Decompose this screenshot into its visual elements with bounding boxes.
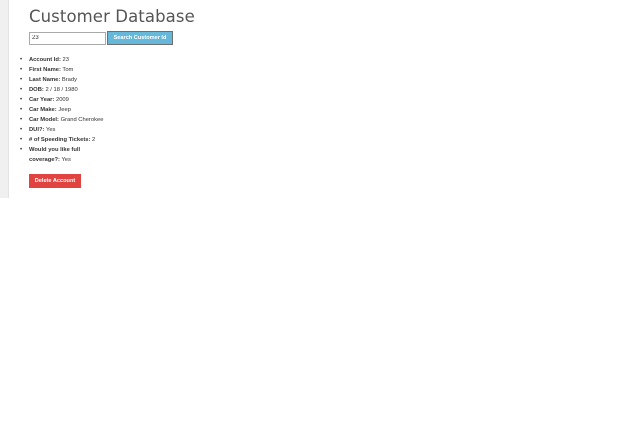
detail-dob: • DOB: 2 / 18 / 1980 bbox=[20, 85, 120, 95]
search-customer-id-button[interactable]: Search Customer Id bbox=[107, 31, 173, 45]
detail-value: Yes bbox=[45, 127, 56, 133]
bullet-icon: • bbox=[20, 107, 23, 113]
detail-value: 23 bbox=[62, 57, 69, 63]
bullet-icon: • bbox=[20, 87, 23, 93]
detail-value: Brady bbox=[61, 77, 78, 83]
detail-value: 2 bbox=[92, 137, 96, 143]
detail-car-model: • Car Model: Grand Cherokee bbox=[20, 115, 120, 125]
detail-value: Grand Cherokee bbox=[60, 117, 104, 123]
detail-value: Tom bbox=[62, 67, 74, 73]
detail-label: Account Id: bbox=[29, 57, 61, 63]
detail-first-name: • First Name: Tom bbox=[20, 65, 120, 75]
bullet-icon: • bbox=[20, 127, 23, 133]
page-title: Customer Database bbox=[29, 7, 195, 26]
bullet-icon: • bbox=[20, 117, 23, 123]
account-details-list: • Account Id: 23 • First Name: Tom • Las… bbox=[20, 55, 120, 165]
detail-value: 2 / 18 / 1980 bbox=[45, 87, 78, 93]
detail-account-id: • Account Id: 23 bbox=[20, 55, 120, 65]
bullet-icon: • bbox=[20, 137, 23, 143]
detail-car-make: • Car Make: Jeep bbox=[20, 105, 120, 115]
bullet-icon: • bbox=[20, 57, 23, 63]
detail-label: Car Year: bbox=[29, 97, 55, 103]
detail-value: 2009 bbox=[55, 97, 69, 103]
detail-label: Car Make: bbox=[29, 107, 57, 113]
bullet-icon: • bbox=[20, 147, 23, 153]
left-sidebar-rail bbox=[0, 0, 9, 198]
detail-label: Last Name: bbox=[29, 77, 61, 83]
customer-id-input[interactable] bbox=[29, 31, 106, 45]
detail-value: Jeep bbox=[58, 107, 71, 113]
detail-label: First Name: bbox=[29, 67, 61, 73]
detail-value: Yes bbox=[61, 157, 71, 163]
detail-full-coverage: • Would you like full coverage?: Yes bbox=[20, 145, 91, 165]
bullet-icon: • bbox=[20, 77, 23, 83]
detail-label: Would you like full coverage?: bbox=[29, 147, 81, 163]
delete-account-button[interactable]: Delete Account bbox=[29, 174, 81, 188]
search-bar: Search Customer Id bbox=[29, 31, 173, 45]
detail-label: DUI?: bbox=[29, 127, 45, 133]
bullet-icon: • bbox=[20, 67, 23, 73]
detail-label: DOB: bbox=[29, 87, 44, 93]
detail-label: Car Model: bbox=[29, 117, 59, 123]
bullet-icon: • bbox=[20, 97, 23, 103]
detail-speeding-tickets: • # of Speeding Tickets: 2 bbox=[20, 135, 120, 145]
detail-label: # of Speeding Tickets: bbox=[29, 137, 91, 143]
detail-last-name: • Last Name: Brady bbox=[20, 75, 120, 85]
detail-dui: • DUI?: Yes bbox=[20, 125, 120, 135]
detail-car-year: • Car Year: 2009 bbox=[20, 95, 120, 105]
